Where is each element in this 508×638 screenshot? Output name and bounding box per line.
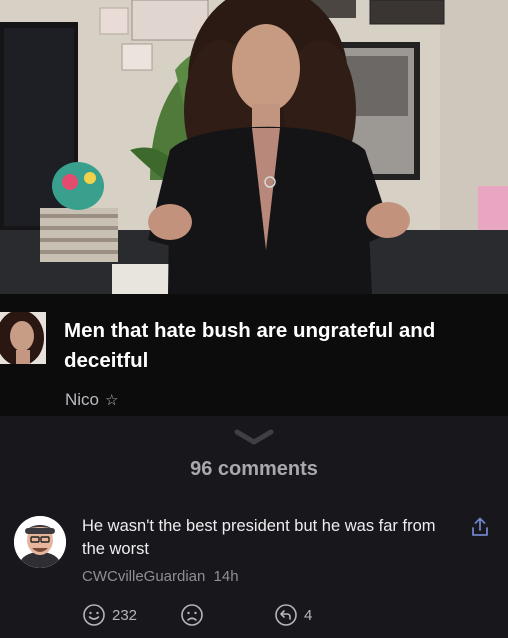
like-count: 232 (112, 606, 138, 624)
post-author-avatar[interactable] (0, 312, 46, 364)
comment-username[interactable]: CWCvilleGuardian (82, 568, 205, 585)
reply-icon (275, 604, 297, 626)
dislike-button[interactable] (180, 603, 204, 627)
post-header: Men that hate bush are ungrateful and de… (0, 294, 508, 416)
post-author-name[interactable]: Nico (65, 390, 99, 410)
share-icon[interactable] (470, 516, 490, 538)
chevron-down-icon[interactable] (234, 428, 274, 446)
frown-icon (181, 604, 203, 626)
like-button[interactable]: 232 (82, 603, 137, 627)
post-title[interactable]: Men that hate bush are ungrateful and de… (64, 316, 500, 376)
video-frame[interactable] (0, 0, 508, 294)
comment-text: He wasn't the best president but he was … (82, 517, 436, 558)
comment-meta: CWCvilleGuardian 14h (82, 568, 239, 585)
smile-icon (83, 604, 105, 626)
video-scene (0, 0, 508, 294)
comments-section: 96 comments He wasn't the best president… (0, 416, 508, 638)
reply-count: 4 (304, 606, 313, 624)
comment-actions: 232 4 (82, 603, 342, 629)
star-outline-icon: ☆ (105, 392, 119, 409)
comment-avatar[interactable] (14, 516, 66, 568)
reply-button[interactable]: 4 (274, 603, 312, 627)
comment-time: 14h (213, 568, 239, 585)
comments-count: 96 comments (190, 458, 318, 480)
post-author[interactable]: Nico ☆ (65, 390, 118, 410)
